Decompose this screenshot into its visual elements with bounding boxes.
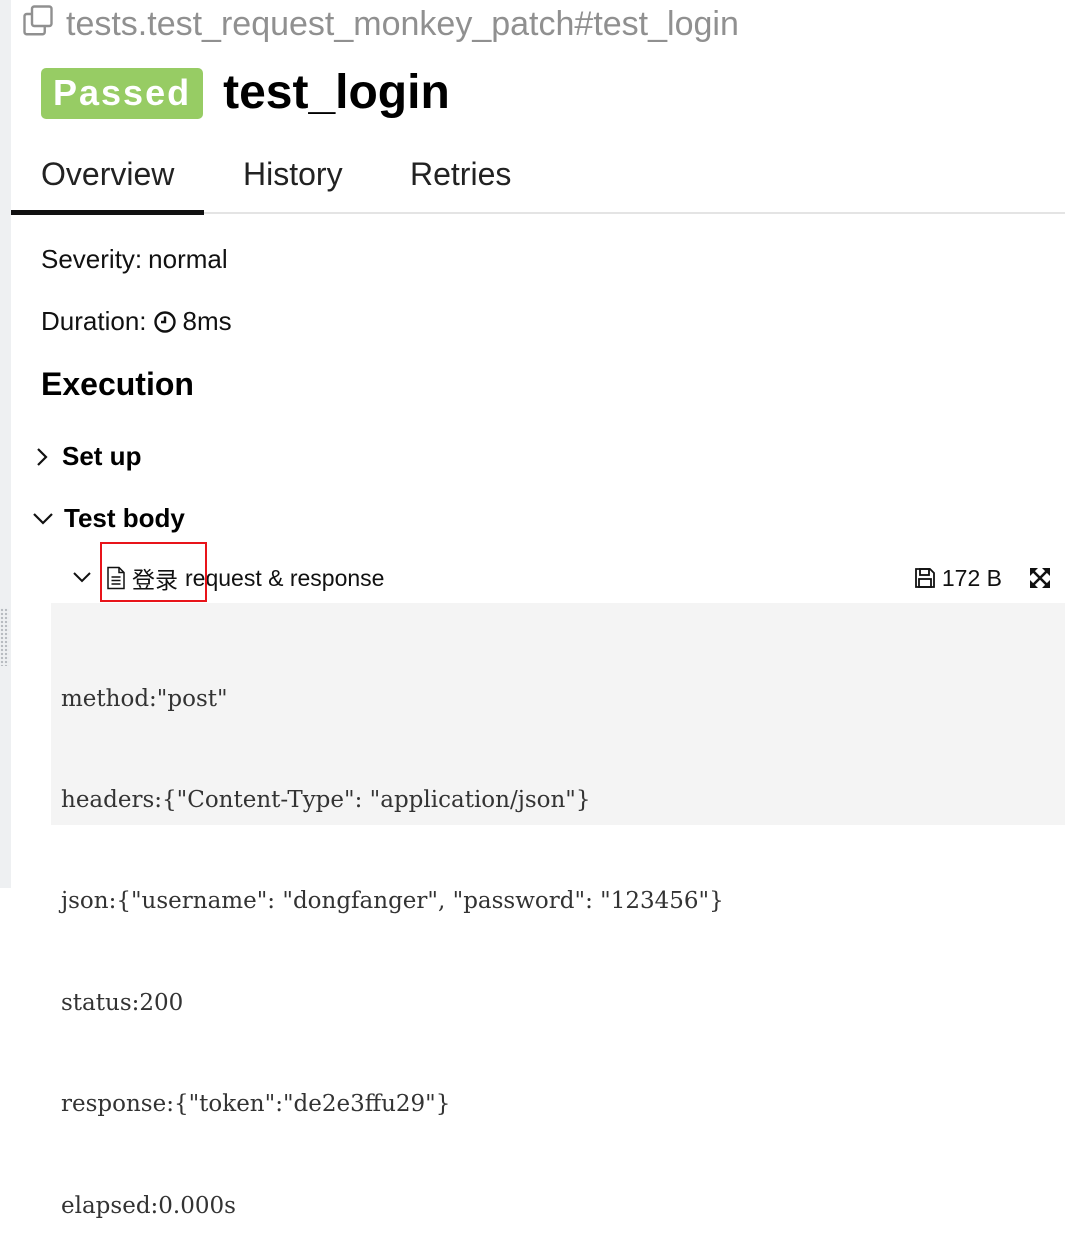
execution-heading: Execution: [41, 366, 194, 402]
step-test-body[interactable]: Test body: [32, 503, 185, 534]
code-line: response:{"token":"de2e3ffu29"}: [61, 1091, 451, 1118]
severity-value: normal: [148, 244, 228, 274]
file-text-icon: [106, 566, 132, 590]
severity-label: Severity:: [41, 244, 143, 274]
attachment-content: method:"post" headers:{"Content-Type": "…: [51, 603, 1065, 1219]
save-icon[interactable]: [914, 567, 942, 589]
tab-history[interactable]: History: [243, 136, 343, 212]
attachment-row: 登录 request & response 172 B: [72, 558, 1052, 598]
code-line: json:{"username": "dongfanger", "passwor…: [61, 888, 724, 915]
step-set-up[interactable]: Set up: [32, 441, 141, 472]
code-line: method:"post": [61, 685, 228, 712]
attachment-size-text: 172 B: [941, 564, 1002, 591]
code-line: elapsed:0.000s: [61, 1192, 236, 1219]
test-full-name-text: tests.test_request_monkey_patch#test_log…: [66, 4, 739, 43]
chevron-down-icon: [32, 509, 64, 529]
tab-overview[interactable]: Overview: [11, 136, 204, 215]
tab-bar: Overview History Retries: [11, 136, 1065, 215]
resize-handle[interactable]: [0, 608, 9, 666]
chevron-right-icon: [32, 446, 62, 468]
status-badge: Passed: [41, 67, 204, 119]
step-test-body-label: Test body: [64, 503, 185, 533]
attachment-name: request & response: [185, 564, 385, 591]
chevron-down-icon: [72, 569, 98, 587]
attachment-size: 172 B: [914, 565, 1002, 592]
copy-icon[interactable]: [20, 2, 66, 47]
severity-row: Severity: normal: [41, 244, 228, 275]
sidebar-edge: [0, 0, 11, 888]
attachment-toggle[interactable]: 登录 request & response: [72, 561, 384, 595]
clock-icon: [153, 310, 177, 334]
tab-retries[interactable]: Retries: [410, 136, 511, 212]
step-set-up-label: Set up: [62, 441, 142, 471]
duration-value: 8ms: [182, 306, 232, 336]
code-line: headers:{"Content-Type": "application/js…: [61, 786, 591, 813]
expand-icon[interactable]: [1028, 566, 1052, 590]
title-row: Passed test_login: [41, 66, 450, 120]
code-line: status:200: [61, 989, 184, 1016]
duration-label: Duration:: [41, 306, 147, 336]
attachment-actions: 172 B: [914, 565, 1052, 592]
attachment-name-cn: 登录: [132, 568, 178, 594]
duration-row: Duration: 8ms: [41, 306, 232, 337]
test-full-name: tests.test_request_monkey_patch#test_log…: [20, 2, 739, 46]
page-title: test_login: [223, 66, 450, 119]
